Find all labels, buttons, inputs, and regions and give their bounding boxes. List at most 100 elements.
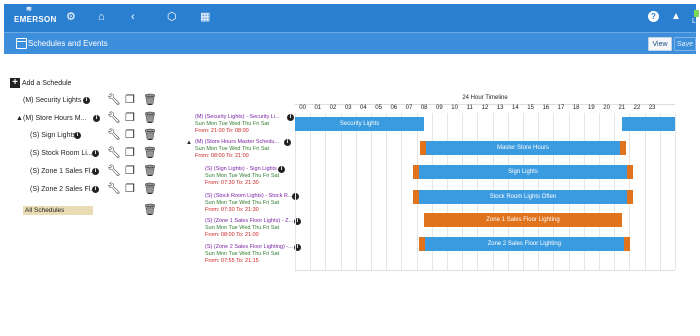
grid-line [675, 113, 676, 270]
grid-line [386, 113, 388, 270]
hour-label: 15 [527, 105, 534, 111]
grid-line [340, 113, 342, 270]
edit-wrench-icon[interactable]: 🔧︎ [107, 165, 121, 177]
info-icon[interactable]: i [278, 166, 285, 173]
delete-trash-icon[interactable]: 🗑︎ [143, 147, 157, 159]
grid-line [644, 113, 646, 270]
copy-icon[interactable]: ❐ [125, 183, 135, 195]
save-button[interactable]: Save [674, 37, 696, 51]
schedule-bar[interactable]: Master Store Hours [424, 141, 622, 155]
home-icon[interactable]: ⌂ [98, 11, 105, 23]
info-icon[interactable]: i [92, 186, 99, 193]
info-icon[interactable]: i [92, 168, 99, 175]
schedule-bar[interactable]: Stock Room Lights Often [416, 190, 630, 204]
schedule-calendar-icon [16, 38, 27, 49]
timeline-title: 24 Hour Timeline [462, 95, 508, 101]
collapse-caret-icon[interactable]: ▲ [16, 115, 23, 122]
user-login-label[interactable]: Lo [692, 18, 700, 25]
copy-icon[interactable]: ❐ [125, 129, 135, 141]
schedule-bar[interactable] [621, 117, 675, 131]
copy-icon[interactable]: ❐ [125, 147, 135, 159]
hour-label: 16 [542, 105, 550, 111]
grid-line [401, 113, 403, 270]
notification-bell-icon[interactable]: ▲ [671, 11, 681, 22]
schedule-label: (M) Security Lights [23, 97, 82, 104]
hour-label: 23 [648, 105, 656, 111]
schedule-item-store-hours[interactable]: ▲ (M) Store Hours M... i 🔧︎ ❐ 🗑︎ [10, 112, 160, 126]
hour-label: 08 [420, 105, 428, 111]
copy-icon[interactable]: ❐ [125, 165, 135, 177]
hour-label: 02 [329, 105, 337, 111]
hour-label: 22 [633, 105, 641, 111]
schedule-edge-marker[interactable] [627, 190, 634, 204]
edit-wrench-icon[interactable]: 🔧︎ [107, 94, 121, 106]
grid-line [325, 113, 327, 270]
schedule-bar[interactable]: Security Lights [295, 117, 425, 131]
delete-trash-icon[interactable]: 🗑︎ [143, 129, 157, 141]
schedule-label: (S) Stock Room Li... [30, 150, 93, 157]
delete-trash-icon[interactable]: 🗑︎ [143, 112, 157, 124]
page-header-bar: Schedules and Events View Save [4, 32, 696, 54]
schedule-edge-marker[interactable] [412, 165, 419, 179]
schedule-bar[interactable]: Zone 1 Sales Floor Lighting [424, 213, 622, 227]
hour-label: 06 [390, 105, 398, 111]
schedule-item-security-lights[interactable]: (M) Security Lights i 🔧︎ ❐ 🗑︎ [10, 94, 160, 108]
delete-trash-icon[interactable]: 🗑︎ [143, 165, 157, 177]
edit-wrench-icon[interactable]: 🔧︎ [107, 112, 121, 124]
hour-label: 10 [451, 105, 458, 111]
schedule-item-sign-lights[interactable]: (S) Sign Lights i 🔧︎ ❐ 🗑︎ [10, 129, 160, 143]
schedule-edge-marker[interactable] [412, 190, 419, 204]
schedule-item-stock-room[interactable]: (S) Stock Room Li... i 🔧︎ ❐ 🗑︎ [10, 147, 160, 161]
settings-gear-icon[interactable]: ⚙ [66, 11, 76, 23]
schedule-label: (S) Zone 1 Sales Fl... [30, 168, 97, 175]
hour-label: 05 [375, 105, 382, 111]
grid-line [310, 113, 312, 270]
schedule-label: (S) Sign Lights [30, 132, 76, 139]
cube-icon[interactable]: ⬡ [167, 11, 177, 23]
collapse-caret-icon[interactable]: ▲ [186, 140, 192, 146]
status-indicator [694, 10, 699, 17]
info-icon[interactable]: i [74, 132, 81, 139]
delete-trash-icon[interactable]: 🗑︎ [143, 94, 157, 106]
schedule-bar[interactable]: Zone 2 Sales Floor Lighting [422, 237, 626, 251]
schedule-bar[interactable]: Sign Lights [416, 165, 630, 179]
timeline-grid: 24 Hour Timeline 00 01 02 03 04 05 06 07 08 09 10 1… [295, 95, 676, 271]
hour-label: 18 [572, 105, 580, 111]
info-icon[interactable]: i [284, 139, 291, 146]
all-schedules-filter[interactable]: All Schedules [23, 206, 93, 215]
info-icon[interactable]: i [83, 97, 90, 104]
edit-wrench-icon[interactable]: 🔧︎ [107, 129, 121, 141]
plus-icon: + [10, 78, 20, 88]
hour-label: 14 [512, 105, 519, 111]
info-icon[interactable]: i [92, 150, 99, 157]
schedule-edge-marker[interactable] [623, 237, 630, 251]
edit-wrench-icon[interactable]: 🔧︎ [107, 147, 121, 159]
schedule-edge-marker[interactable] [619, 141, 626, 155]
hour-label: 01 [314, 105, 322, 111]
delete-trash-icon[interactable]: 🗑︎ [143, 183, 157, 195]
brand-name: EMERSON [14, 15, 57, 24]
edit-wrench-icon[interactable]: 🔧︎ [107, 183, 121, 195]
grid-line [295, 113, 296, 270]
delete-all-trash-icon[interactable]: 🗑︎ [143, 203, 157, 216]
schedule-label: (M) Store Hours M... [23, 115, 87, 122]
schedule-item-zone1[interactable]: (S) Zone 1 Sales Fl... i 🔧︎ ❐ 🗑︎ [10, 165, 160, 179]
help-icon[interactable]: ? [648, 11, 659, 22]
hour-label: 03 [344, 105, 352, 111]
info-icon[interactable]: i [287, 114, 294, 121]
hour-label: 20 [603, 105, 610, 111]
top-navigation-bar: ≋ EMERSON ⚙ ⌂ ‹ ⬡ ▦ ? ▲ Lo [4, 4, 700, 32]
view-button[interactable]: View [648, 37, 672, 51]
grid-line [659, 113, 661, 270]
schedule-edge-marker[interactable] [420, 141, 427, 155]
back-chevron-icon[interactable]: ‹ [131, 11, 135, 23]
schedule-item-zone2[interactable]: (S) Zone 2 Sales Fl... i 🔧︎ ❐ 🗑︎ [10, 183, 160, 197]
hour-label: 00 [299, 105, 306, 111]
copy-icon[interactable]: ❐ [125, 112, 135, 124]
hour-label: 07 [405, 105, 413, 111]
info-icon[interactable]: i [93, 115, 100, 122]
schedule-edge-marker[interactable] [418, 237, 425, 251]
calendar-icon[interactable]: ▦ [200, 11, 210, 23]
schedule-edge-marker[interactable] [627, 165, 634, 179]
copy-icon[interactable]: ❐ [125, 94, 135, 106]
